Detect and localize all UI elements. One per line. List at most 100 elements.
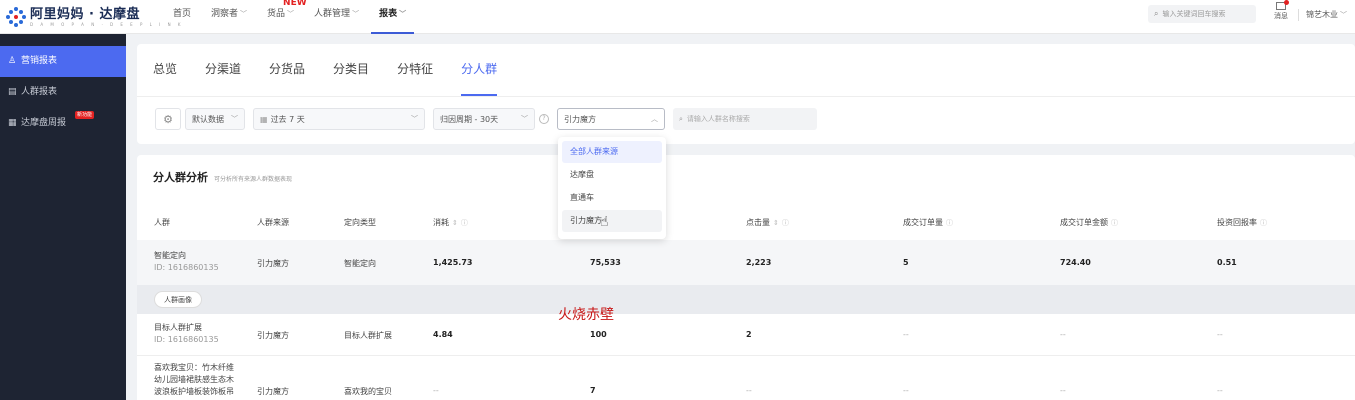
table-row[interactable]: 目标人群扩展 ID: 1616860135 引力魔方 目标人群扩展 4.84 10… — [137, 314, 1355, 356]
chevron-down-icon: ﹀ — [1340, 11, 1347, 19]
search-icon: ⌕ — [679, 114, 683, 123]
clicks-cell: 2,223 — [746, 258, 772, 267]
report-icon: ▤ — [8, 87, 17, 97]
targeting-cell: 喜欢我的宝贝 — [344, 387, 392, 396]
sort-icon: ⇕ — [452, 219, 458, 227]
chevron-down-icon: ﹀ — [240, 10, 248, 18]
main-content: 总览 分渠道 分货品 分类目 分特征 分人群 ⚙ 默认数据 ﹀ ▦ 过去 7 天 ﹀ … — [126, 34, 1355, 400]
divider — [137, 96, 1355, 97]
sidebar-item-weekly-report[interactable]: ▦ 达摩盘周报 新功能 — [0, 108, 126, 139]
table-header: 人群 人群来源 定向类型 消耗 ⇕ ⓘ 点击量 ⇕ ⓘ 成交订单量 ⓘ 成交订单金额 ⓘ 投… — [137, 205, 1355, 239]
chevron-down-icon: ﹀ — [287, 10, 295, 18]
nav-item-audience[interactable]: 人群管理 ﹀ — [304, 0, 369, 34]
top-nav: 首页 洞察者 ﹀ 货品 ﹀ NEW 人群管理 ﹀ 报表 ﹀ — [163, 0, 416, 34]
audience-source-select[interactable]: 引力魔方 ︿ — [557, 108, 665, 130]
help-icon[interactable]: ? — [539, 114, 549, 124]
targeting-cell: 目标人群扩展 — [344, 331, 392, 340]
cost-cell: 4.84 — [433, 330, 453, 339]
chevron-down-icon: ﹀ — [411, 115, 418, 123]
column-header-cost[interactable]: 消耗 ⇕ ⓘ — [433, 217, 468, 228]
logo-title: 阿里妈妈 · 达摩盘 — [30, 6, 140, 22]
help-icon: ⓘ — [460, 219, 468, 227]
hand-cursor-icon: ☝ — [600, 214, 609, 230]
envelope-icon — [1276, 0, 1289, 10]
clicks-cell: -- — [746, 386, 752, 395]
nav-item-home[interactable]: 首页 — [163, 0, 201, 34]
orders-cell: 5 — [903, 258, 909, 267]
tab-channel[interactable]: 分渠道 — [205, 60, 241, 84]
audience-name-cell: 喜欢我宝贝：竹木纤维 幼儿园墙裙肤感生态木 波浪板护墙板装饰板吊 — [154, 363, 234, 396]
dropdown-option-all[interactable]: 全部人群来源 — [562, 141, 662, 163]
user-icon: ♙ — [8, 56, 17, 66]
impressions-cell: 100 — [590, 330, 607, 339]
help-icon: ⓘ — [946, 219, 953, 227]
messages-button[interactable]: 消息 — [1270, 0, 1292, 20]
date-range-select[interactable]: ▦ 过去 7 天 ﹀ — [253, 108, 425, 130]
table-row[interactable]: 喜欢我宝贝：竹木纤维 幼儿园墙裙肤感生态木 波浪板护墙板装饰板吊 引力魔方 喜欢我的… — [137, 356, 1355, 400]
cost-cell: 1,425.73 — [433, 258, 473, 267]
help-icon: ⓘ — [1260, 219, 1267, 227]
tab-feature[interactable]: 分特征 — [397, 60, 433, 84]
impressions-cell: 75,533 — [590, 258, 621, 267]
chevron-down-icon: ﹀ — [231, 115, 238, 123]
audience-name-cell: 智能定向 ID: 1616860135 — [154, 251, 219, 272]
roi-cell: -- — [1217, 386, 1223, 395]
sidebar-item-audience-report[interactable]: ▤ 人群报表 — [0, 77, 126, 108]
data-select[interactable]: 默认数据 ﹀ — [185, 108, 245, 130]
audience-profile-tag[interactable]: 人群画像 — [154, 291, 202, 308]
amount-cell: 724.40 — [1060, 258, 1091, 267]
gear-icon: ⚙ — [163, 112, 173, 126]
chevron-down-icon: ﹀ — [352, 10, 360, 18]
logo[interactable]: 阿里妈妈 · 达摩盘 D A M O P A N · D E E P L I N… — [6, 4, 183, 30]
tab-audience[interactable]: 分人群 — [461, 60, 498, 96]
help-icon: ⓘ — [781, 219, 789, 227]
sidebar-item-marketing-report[interactable]: ♙ 营销报表 — [0, 46, 126, 77]
dropdown-option-ztc[interactable]: 直通车 — [562, 187, 662, 209]
global-search-input[interactable]: ⌕ 输入关键词回车搜索 — [1148, 5, 1256, 23]
attribution-period-select[interactable]: 归因周期 - 30天 ﹀ — [433, 108, 535, 130]
cost-cell: -- — [433, 386, 439, 395]
column-header-orders: 成交订单量 ⓘ — [903, 218, 953, 227]
search-icon: ⌕ — [1154, 9, 1159, 18]
column-header-source: 人群来源 — [257, 218, 289, 227]
chevron-down-icon: ﹀ — [399, 10, 407, 18]
amount-cell: -- — [1060, 330, 1066, 339]
divider — [1298, 9, 1299, 21]
notification-dot — [1284, 0, 1289, 5]
nav-item-insight[interactable]: 洞察者 ﹀ — [201, 0, 257, 34]
tab-overview[interactable]: 总览 — [153, 60, 177, 84]
tab-goods[interactable]: 分货品 — [269, 60, 305, 84]
sidebar: ♙ 营销报表 ▤ 人群报表 ▦ 达摩盘周报 新功能 — [0, 34, 126, 400]
column-header-clicks[interactable]: 点击量 ⇕ ⓘ — [746, 217, 789, 228]
calendar-icon: ▦ — [8, 118, 17, 128]
source-cell: 引力魔方 — [257, 259, 289, 268]
sort-icon: ⇕ — [773, 219, 779, 227]
table-row[interactable]: 智能定向 ID: 1616860135 引力魔方 智能定向 1,425.73 75… — [137, 240, 1355, 285]
source-cell: 引力魔方 — [257, 331, 289, 340]
column-header-roi: 投资回报率 ⓘ — [1217, 218, 1267, 227]
impressions-cell: 7 — [590, 386, 596, 395]
nav-item-goods[interactable]: 货品 ﹀ NEW — [257, 0, 307, 34]
audience-analysis-card: 分人群分析 可分析所有来源人群数据表现 人群 人群来源 定向类型 消耗 ⇕ ⓘ 点击… — [137, 155, 1355, 400]
tab-category[interactable]: 分类目 — [333, 60, 369, 84]
audience-profile-row: 人群画像 — [137, 285, 1355, 314]
tabs-card: 总览 分渠道 分货品 分类目 分特征 分人群 ⚙ 默认数据 ﹀ ▦ 过去 7 天 ﹀ … — [137, 44, 1355, 144]
dropdown-option-ylmf[interactable]: 引力魔方 — [562, 210, 662, 232]
clicks-cell: 2 — [746, 330, 752, 339]
chevron-down-icon: ﹀ — [521, 115, 528, 123]
audience-search-input[interactable]: ⌕ 请输入人群名称搜索 — [673, 108, 817, 130]
audience-name-cell: 目标人群扩展 ID: 1616860135 — [154, 323, 219, 344]
targeting-cell: 智能定向 — [344, 259, 376, 268]
user-menu[interactable]: 锦艺木业 ﹀ — [1306, 9, 1347, 20]
nav-item-reports[interactable]: 报表 ﹀ — [369, 0, 416, 34]
logo-mark-icon — [6, 7, 26, 27]
dropdown-option-damopan[interactable]: 达摩盘 — [562, 164, 662, 186]
chevron-up-icon: ︿ — [651, 115, 658, 123]
roi-cell: 0.51 — [1217, 258, 1237, 267]
settings-button[interactable]: ⚙ — [155, 108, 181, 130]
overlay-caption: 火烧赤壁 — [558, 307, 614, 323]
logo-subtitle: D A M O P A N · D E E P L I N K — [30, 21, 184, 27]
top-bar: 阿里妈妈 · 达摩盘 D A M O P A N · D E E P L I N… — [0, 0, 1355, 34]
filter-bar: ⚙ 默认数据 ﹀ ▦ 过去 7 天 ﹀ 归因周期 - 30天 ﹀ ? 引力魔方 ︿ ⌕ 请输… — [155, 108, 817, 130]
column-header-targeting: 定向类型 — [344, 218, 376, 227]
